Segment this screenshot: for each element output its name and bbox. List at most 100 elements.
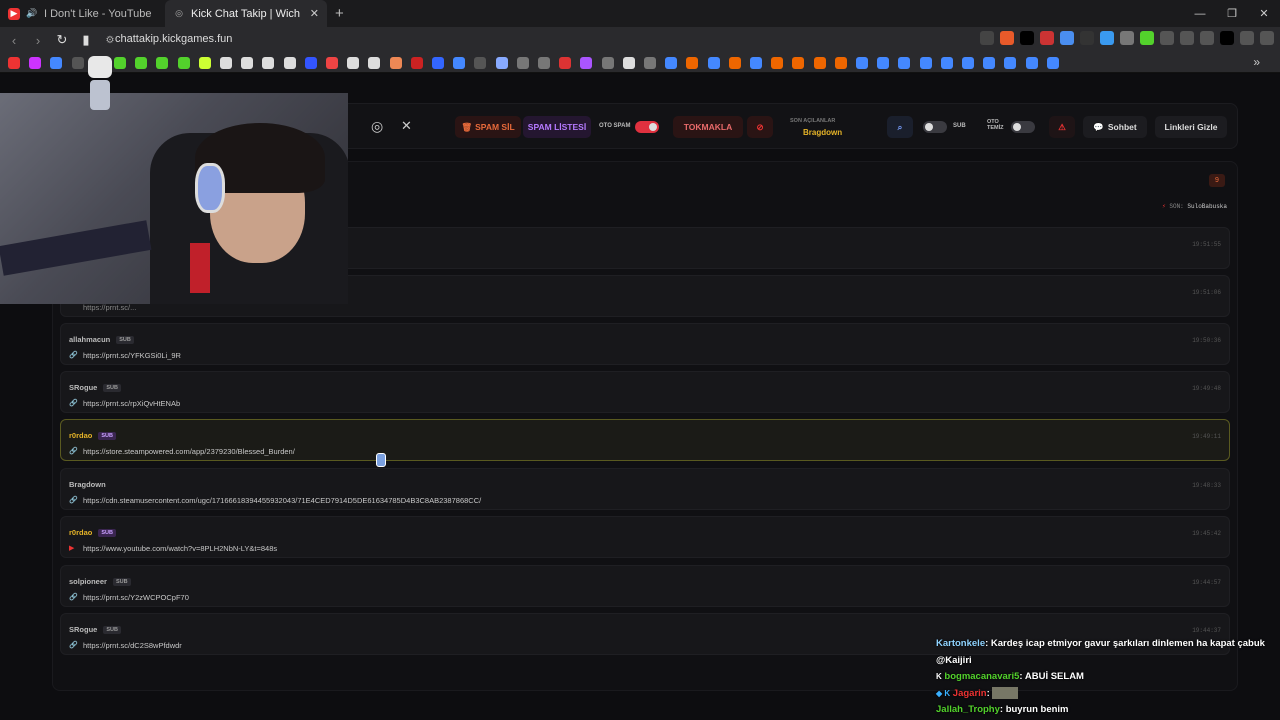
extensions-icon[interactable] xyxy=(1180,31,1194,45)
bookmark-icon[interactable] xyxy=(1046,57,1059,69)
list-item[interactable]: r0rdao SUB ▶ https://www.youtube.com/watch?… xyxy=(60,516,1230,558)
new-tab-button[interactable]: + xyxy=(335,5,344,22)
bookmark-icon[interactable] xyxy=(728,57,741,69)
message-link[interactable]: https://prnt.sc/rpXiQvHtENAb xyxy=(83,399,180,408)
bookmark-icon[interactable] xyxy=(983,57,996,69)
bookmark-icon[interactable] xyxy=(495,57,508,69)
bookmark-icon[interactable] xyxy=(538,57,550,69)
bookmark-icon[interactable] xyxy=(114,57,126,69)
more-bookmarks-icon[interactable]: » xyxy=(1253,55,1260,69)
bookmark-icon[interactable] xyxy=(644,57,656,69)
extension-icon[interactable] xyxy=(1040,31,1054,45)
bookmark-icon[interactable] xyxy=(771,57,784,69)
extension-icon[interactable] xyxy=(1080,31,1094,45)
bookmark-icon[interactable] xyxy=(813,57,826,69)
oto-temiz-toggle[interactable] xyxy=(1011,121,1035,133)
bookmark-icon[interactable] xyxy=(856,57,868,69)
restore-icon[interactable]: ❐ xyxy=(1216,7,1248,20)
bookmark-icon[interactable] xyxy=(177,57,190,69)
brave-shield-icon[interactable] xyxy=(1000,31,1014,45)
bookmark-icon[interactable] xyxy=(559,57,572,69)
close-window-icon[interactable]: ✕ xyxy=(1248,7,1280,20)
forward-icon[interactable]: › xyxy=(28,33,48,48)
bookmark-icon[interactable] xyxy=(601,57,614,69)
close-tab-icon[interactable]: ✕ xyxy=(310,7,319,20)
bookmark-icon[interactable] xyxy=(665,57,678,69)
bookmark-icon[interactable] xyxy=(135,57,148,69)
bookmark-icon[interactable] xyxy=(750,57,762,69)
message-link[interactable]: https://prnt.sc/dC2S8wPfdwdr xyxy=(83,641,182,650)
list-item[interactable]: r0rdao SUB 🔗 https://store.steampowered.com… xyxy=(60,419,1230,461)
bookmark-icon[interactable] xyxy=(262,57,275,69)
bookmark-icon[interactable] xyxy=(877,57,890,69)
url-field[interactable]: chattakip.kickgames.fun xyxy=(115,33,232,45)
bookmark-icon[interactable]: ▮ xyxy=(76,32,96,48)
bookmark-icon[interactable] xyxy=(834,57,847,69)
message-user[interactable]: Bragdown xyxy=(69,480,106,489)
sub-toggle[interactable] xyxy=(923,121,947,133)
bookmark-icon[interactable] xyxy=(8,57,20,69)
bookmark-icon[interactable] xyxy=(347,57,360,69)
reload-icon[interactable]: ↻ xyxy=(52,32,72,48)
bookmark-icon[interactable] xyxy=(198,57,211,69)
music-icon[interactable] xyxy=(1240,31,1254,45)
message-link[interactable]: https://prnt.sc/YFKGSi0Li_9R xyxy=(83,351,181,360)
bookmark-icon[interactable] xyxy=(1004,57,1017,69)
bookmark-icon[interactable] xyxy=(389,57,402,69)
bookmark-icon[interactable] xyxy=(283,57,296,69)
bookmark-icon[interactable] xyxy=(50,57,63,69)
list-item[interactable]: solpioneer SUB 🔗 https://prnt.sc/Y2zWCPOCpF… xyxy=(60,565,1230,607)
message-user[interactable]: solpioneer SUB xyxy=(69,577,131,587)
list-item[interactable]: Bragdown 🔗 https://cdn.steamusercontent.co… xyxy=(60,468,1230,510)
bookmark-icon[interactable] xyxy=(241,57,254,69)
list-item[interactable]: SRogue SUB 🔗 https://prnt.sc/rpXiQvHtENAb 19… xyxy=(60,371,1230,413)
extension-icon[interactable] xyxy=(1060,31,1074,45)
extension-icon[interactable] xyxy=(1140,31,1154,45)
bookmark-icon[interactable] xyxy=(962,57,974,69)
tab-kick-chat[interactable]: ◎ Kick Chat Takip | Wich ✕ xyxy=(165,0,327,27)
minimize-icon[interactable]: — xyxy=(1184,8,1216,20)
tokmakla-button[interactable]: TOKMAKLA xyxy=(673,116,743,138)
list-item[interactable]: allahmacun SUB 🔗 https://prnt.sc/YFKGSi0Li_… xyxy=(60,323,1230,365)
bookmark-icon[interactable] xyxy=(919,57,932,69)
message-user[interactable]: r0rdao SUB xyxy=(69,431,116,441)
message-user[interactable]: SRogue SUB xyxy=(69,625,121,635)
bookmark-icon[interactable] xyxy=(580,57,593,69)
bookmark-icon[interactable] xyxy=(474,57,487,69)
tab-youtube[interactable]: ▶ 🔊 I Don't Like - YouTube xyxy=(0,0,165,27)
bookmark-icon[interactable] xyxy=(940,57,953,69)
message-link[interactable]: https://store.steampowered.com/app/23792… xyxy=(83,447,295,456)
bookmark-icon[interactable] xyxy=(410,57,423,69)
bookmark-icon[interactable] xyxy=(368,57,381,69)
bookmark-icon[interactable] xyxy=(304,57,317,69)
ban-icon[interactable]: ⊘ xyxy=(747,116,773,138)
linkleri-gizle-button[interactable]: Linkleri Gizle xyxy=(1155,116,1227,138)
message-link[interactable]: https://prnt.sc/... xyxy=(83,303,136,312)
bookmark-icon[interactable] xyxy=(156,57,169,69)
speaker-icon[interactable]: 🔊 xyxy=(26,8,38,20)
extension-icon[interactable] xyxy=(1160,31,1174,45)
x-icon[interactable]: ✕ xyxy=(401,118,412,134)
bookmark-icon[interactable] xyxy=(792,57,805,69)
message-link[interactable]: https://cdn.steamusercontent.com/ugc/171… xyxy=(83,496,481,505)
bookmark-icon[interactable] xyxy=(71,57,84,69)
message-user[interactable]: SRogue SUB xyxy=(69,383,121,393)
bookmark-icon[interactable] xyxy=(898,57,911,69)
bookmark-icon[interactable] xyxy=(29,57,42,69)
son-acilan-user[interactable]: Bragdown xyxy=(803,128,842,137)
bookmark-icon[interactable] xyxy=(1025,57,1038,69)
bookmark-icon[interactable] xyxy=(516,57,529,69)
message-user[interactable]: r0rdao SUB xyxy=(69,528,116,538)
spam-listesi-button[interactable]: SPAM LİSTESİ xyxy=(523,116,591,138)
spam-sil-button[interactable]: 🗑 SPAM SİL xyxy=(455,116,521,138)
message-link[interactable]: https://prnt.sc/Y2zWCPOCpF70 xyxy=(83,593,189,602)
extension-icon[interactable] xyxy=(1120,31,1134,45)
bookmark-icon[interactable] xyxy=(686,57,699,69)
message-link[interactable]: https://www.youtube.com/watch?v=8PLH2NbN… xyxy=(83,544,277,553)
sidebar-icon[interactable] xyxy=(1200,31,1214,45)
bookmark-icon[interactable] xyxy=(707,57,720,69)
bookmark-icon[interactable] xyxy=(453,57,466,69)
oto-spam-toggle[interactable] xyxy=(635,121,659,133)
instagram-icon[interactable]: ◎ xyxy=(371,118,383,135)
warning-icon[interactable]: ⚠ xyxy=(1049,116,1075,138)
